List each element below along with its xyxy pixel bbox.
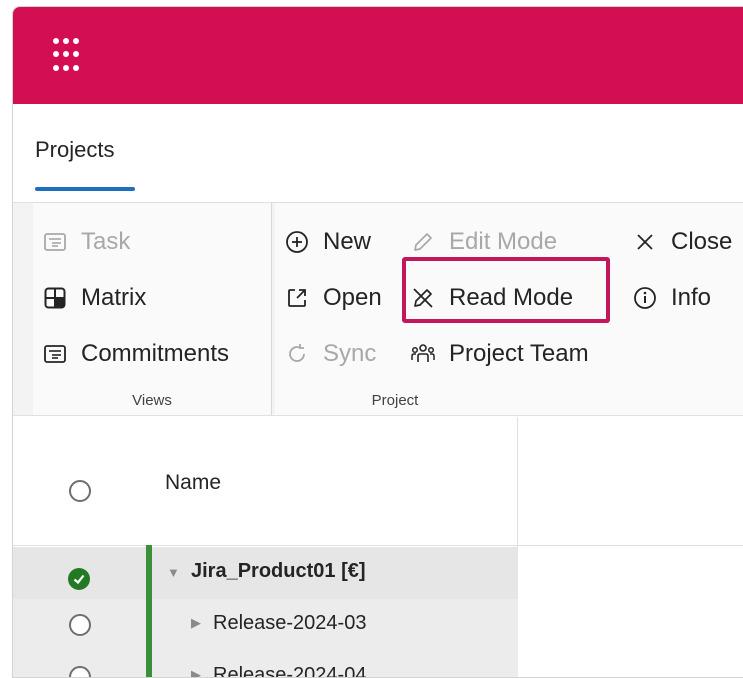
info-icon [631, 284, 659, 312]
open-external-icon [283, 284, 311, 312]
sync-button[interactable]: Sync [283, 334, 376, 374]
row-label: Release-2024-03 [213, 612, 367, 634]
tab-projects[interactable]: Projects [35, 137, 114, 163]
project-team-button[interactable]: Project Team [409, 334, 589, 374]
table-row[interactable]: ▶ Release-2024-03 [13, 599, 518, 651]
name-column-header[interactable]: Name [165, 471, 221, 495]
close-project-button[interactable]: Close [631, 222, 732, 262]
table-row[interactable]: ▼ Jira_Product01 [€] [13, 547, 518, 599]
select-all-radio[interactable] [69, 480, 91, 502]
project-group-label: Project [371, 392, 419, 409]
expand-down-icon[interactable]: ▼ [167, 565, 180, 580]
row-select-radio[interactable] [69, 614, 91, 636]
edit-mode-label: Edit Mode [449, 228, 558, 255]
read-mode-button[interactable]: Read Mode [409, 278, 573, 318]
project-team-label: Project Team [449, 340, 589, 367]
plus-circle-icon [283, 228, 311, 256]
project-status-bar [146, 545, 152, 677]
task-view-label: Task [81, 228, 131, 255]
grid-header: Name [13, 417, 743, 546]
ribbon: Task Matrix Commitments Views New Edit M… [13, 202, 743, 416]
ribbon-group-views: Task Matrix Commitments Views [33, 203, 272, 415]
views-group-label: Views [132, 392, 172, 409]
check-circle-icon[interactable] [68, 568, 90, 590]
row-select-radio[interactable] [69, 666, 91, 677]
close-icon [631, 228, 659, 256]
task-icon [41, 228, 69, 256]
matrix-view-button[interactable]: Matrix [41, 278, 146, 318]
expand-right-icon[interactable]: ▶ [191, 667, 201, 677]
sync-icon [283, 340, 311, 368]
row-label: Release-2024-04 [213, 664, 367, 678]
info-label: Info [671, 284, 712, 311]
top-bar [13, 7, 743, 104]
task-view-button[interactable]: Task [41, 222, 130, 262]
app-window: Projects Task Matrix Commitments Views N… [12, 6, 743, 678]
app-launcher-icon[interactable] [53, 38, 89, 74]
new-project-button[interactable]: New [283, 222, 371, 262]
pencil-off-icon [409, 284, 437, 312]
table-row[interactable]: ▶ Release-2024-04 [13, 651, 518, 678]
sync-label: Sync [323, 340, 377, 367]
commitments-icon [41, 340, 69, 368]
new-project-label: New [323, 228, 372, 255]
matrix-view-label: Matrix [81, 284, 147, 311]
commitments-view-label: Commitments [81, 340, 230, 367]
people-team-icon [409, 340, 437, 368]
pencil-icon [409, 228, 437, 256]
active-tab-indicator [35, 187, 135, 191]
edit-mode-button[interactable]: Edit Mode [409, 222, 557, 262]
row-label: Jira_Product01 [€] [191, 560, 366, 582]
expand-right-icon[interactable]: ▶ [191, 615, 201, 631]
open-project-button[interactable]: Open [283, 278, 382, 318]
read-mode-label: Read Mode [449, 284, 574, 311]
open-project-label: Open [323, 284, 382, 311]
commitments-view-button[interactable]: Commitments [41, 334, 229, 374]
close-project-label: Close [671, 228, 733, 255]
matrix-icon [41, 284, 69, 312]
ribbon-group-project: New Edit Mode Close Open Read Mode Info … [275, 203, 743, 415]
info-button[interactable]: Info [631, 278, 711, 318]
